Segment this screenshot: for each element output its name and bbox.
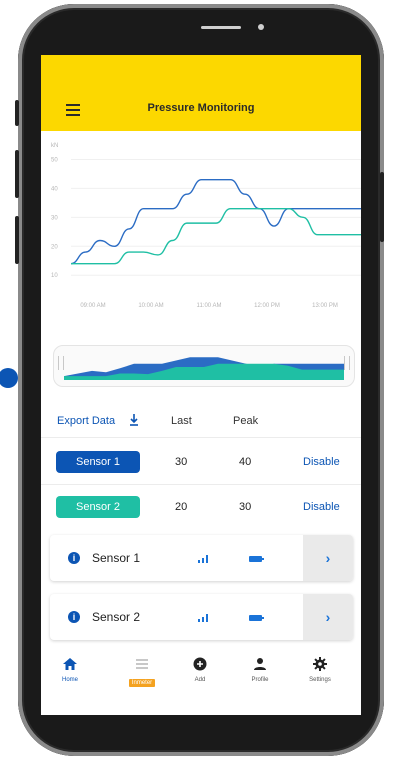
x-tick-label: 11:00 AM: [197, 303, 222, 309]
volume-down-button: [15, 216, 19, 264]
floating-handle[interactable]: [0, 368, 18, 388]
x-tick-label: 12:00 PM: [254, 303, 280, 309]
x-tick-label: 10:00 AM: [138, 303, 163, 309]
download-icon[interactable]: [129, 413, 139, 427]
sensor-row: Sensor 2 20 30 Disable: [41, 488, 361, 524]
column-peak: Peak: [233, 415, 259, 427]
person-icon: [254, 658, 266, 670]
sensor-row: Sensor 1 30 40 Disable: [41, 443, 361, 479]
table-header: Export Data Last Peak: [41, 411, 361, 435]
front-camera: [258, 24, 264, 30]
sensor-2-disable-button[interactable]: Disable: [303, 501, 340, 513]
x-tick-label: 13:00 PM: [312, 303, 338, 309]
divider: [41, 437, 361, 438]
nav-label: Profile: [251, 677, 269, 683]
signal-icon: [198, 555, 208, 563]
y-tick-label: 50: [51, 157, 58, 163]
range-navigator[interactable]: [53, 345, 355, 387]
chart-svg: kN 50 40 30 20 10 09:00 AM 10:00 AM 11:00 AM 12:0…: [51, 143, 361, 309]
nav-label: Add: [194, 677, 206, 683]
mute-switch: [15, 100, 19, 126]
column-last: Last: [171, 415, 192, 427]
nav-home[interactable]: Home: [45, 657, 95, 683]
nav-settings[interactable]: Settings: [295, 657, 345, 683]
app-screen: Pressure Monitoring kN 50 40 30 20 10 09:00 AM…: [41, 55, 361, 715]
y-tick-label: 30: [51, 215, 58, 221]
sensor-1-peak: 40: [239, 456, 252, 468]
export-data-link[interactable]: Export Data: [57, 415, 115, 427]
sensor-1-last: 30: [175, 456, 188, 468]
y-tick-label: 20: [51, 244, 58, 250]
speaker-grille: [201, 26, 241, 29]
navigator-svg: [64, 357, 344, 380]
sensor-card-1[interactable]: i Sensor 1 ›: [50, 535, 353, 581]
sensor-1-disable-button[interactable]: Disable: [303, 456, 340, 468]
volume-up-button: [15, 150, 19, 198]
x-tick-label: 09:00 AM: [80, 303, 105, 309]
chevron-right-icon[interactable]: ›: [303, 535, 353, 581]
app-bar: Pressure Monitoring: [41, 55, 361, 131]
nav-add[interactable]: Add: [175, 657, 225, 683]
info-icon[interactable]: i: [68, 611, 80, 623]
sensor-2-peak: 30: [239, 501, 252, 513]
info-icon[interactable]: i: [68, 552, 80, 564]
page-title: Pressure Monitoring: [147, 102, 255, 114]
sensor-card-label: Sensor 2: [92, 610, 141, 624]
nav-label: Settings: [309, 677, 331, 683]
gear-icon: [313, 657, 327, 671]
sensor-card-2[interactable]: i Sensor 2 ›: [50, 594, 353, 640]
nav-badge-label: Inmeter: [128, 679, 156, 687]
home-icon: [63, 658, 77, 670]
series-1-line: [70, 179, 361, 265]
battery-icon: [249, 615, 264, 621]
sensor-2-last: 20: [175, 501, 188, 513]
chevron-right-icon[interactable]: ›: [303, 594, 353, 640]
sensor-1-chip[interactable]: Sensor 1: [56, 451, 140, 473]
y-tick-label: 10: [51, 273, 58, 279]
nav-inmeter[interactable]: Inmeter: [117, 657, 167, 689]
power-button: [380, 172, 384, 242]
add-circle-icon: [193, 657, 207, 671]
nav-profile[interactable]: Profile: [235, 657, 285, 683]
battery-icon: [249, 556, 264, 562]
nav-label: Home: [61, 677, 78, 683]
y-axis-label: kN: [51, 143, 58, 149]
list-icon: [136, 659, 148, 669]
y-tick-label: 40: [51, 186, 58, 192]
sensor-2-chip[interactable]: Sensor 2: [56, 496, 140, 518]
sensor-card-label: Sensor 1: [92, 551, 141, 565]
divider: [41, 484, 361, 485]
bottom-navigation: Home Inmeter Add Profile Settings: [41, 645, 361, 715]
signal-icon: [198, 614, 208, 622]
pressure-chart: kN 50 40 30 20 10 09:00 AM 10:00 AM 11:00 AM 12:0…: [41, 131, 361, 331]
